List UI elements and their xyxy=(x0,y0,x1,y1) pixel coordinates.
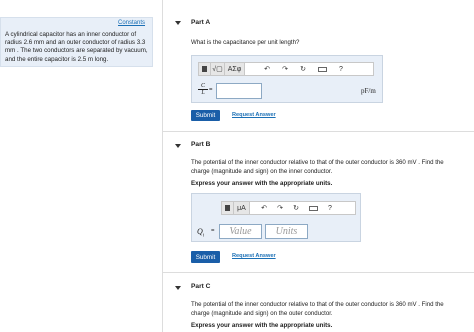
lhs-numerator: C xyxy=(198,83,208,90)
part-c-collapse-caret[interactable] xyxy=(175,286,181,290)
templates-button[interactable] xyxy=(222,202,234,214)
part-a-collapse-caret[interactable] xyxy=(175,21,181,25)
reset-icon[interactable]: ↻ xyxy=(297,65,309,73)
templates-icon xyxy=(225,205,230,211)
constants-link[interactable]: Constants xyxy=(118,20,145,26)
lhs-denominator: L xyxy=(201,90,205,96)
redo-icon[interactable]: ↷ xyxy=(279,65,291,73)
part-c-title[interactable]: Part C xyxy=(191,283,210,290)
part-a-math-toolbar: √▢ ΑΣφ ↶ ↷ ↻ ? xyxy=(198,62,374,76)
part-a-answer-box: √▢ ΑΣφ ↶ ↷ ↻ ? C L = pF/m xyxy=(191,55,383,103)
greek-button[interactable]: ΑΣφ xyxy=(225,63,245,75)
part-b-instruction: Express your answer with the appropriate… xyxy=(191,180,333,187)
sqrt-button[interactable]: √▢ xyxy=(211,63,225,75)
part-b-collapse-caret[interactable] xyxy=(175,144,181,148)
reset-icon[interactable]: ↻ xyxy=(290,204,302,212)
lhs-subscript: i xyxy=(202,233,205,239)
part-b-math-toolbar: μA ↶ ↷ ↻ ? xyxy=(221,201,356,215)
part-b-equals: = xyxy=(211,228,215,234)
part-a-lhs-fraction: C L xyxy=(198,83,208,96)
part-a-title[interactable]: Part A xyxy=(191,19,210,26)
help-icon[interactable]: ? xyxy=(335,66,347,73)
sqrt-label: √▢ xyxy=(212,66,223,73)
part-c-instruction: Express your answer with the appropriate… xyxy=(191,322,333,329)
part-a-submit-button[interactable]: Submit xyxy=(191,110,220,121)
part-b-title[interactable]: Part B xyxy=(191,141,210,148)
undo-icon[interactable]: ↶ xyxy=(261,65,273,73)
part-b-submit-button[interactable]: Submit xyxy=(191,251,220,263)
greek-label: ΑΣφ xyxy=(227,65,242,73)
part-b-units-input[interactable]: Units xyxy=(265,224,308,239)
keyboard-button[interactable] xyxy=(315,66,329,72)
part-b-lhs: Qi xyxy=(197,227,204,239)
keyboard-icon xyxy=(308,205,318,211)
part-a-equals: = xyxy=(209,87,213,93)
templates-icon xyxy=(202,66,207,72)
keyboard-button[interactable] xyxy=(306,205,320,211)
column-divider xyxy=(162,0,163,332)
keyboard-icon xyxy=(317,66,327,72)
undo-icon[interactable]: ↶ xyxy=(258,204,270,212)
redo-icon[interactable]: ↷ xyxy=(274,204,286,212)
part-a-question: What is the capacitance per unit length? xyxy=(191,39,300,46)
part-b-value-input[interactable]: Value xyxy=(219,224,262,239)
divider xyxy=(163,131,474,132)
part-b-answer-box: μA ↶ ↷ ↻ ? Qi = Value Units xyxy=(191,193,361,242)
problem-statement: A cylindrical capacitor has an inner con… xyxy=(5,31,148,63)
part-b-request-answer-link[interactable]: Request Answer xyxy=(232,253,276,259)
divider xyxy=(163,272,474,273)
part-a-request-answer-link[interactable]: Request Answer xyxy=(232,112,276,118)
part-c-question: The potential of the inner conductor rel… xyxy=(191,301,444,317)
part-a-value-input[interactable] xyxy=(216,83,262,99)
part-b-question: The potential of the inner conductor rel… xyxy=(191,159,444,175)
units-button[interactable]: μA xyxy=(234,202,250,214)
templates-button[interactable] xyxy=(199,63,211,75)
help-icon[interactable]: ? xyxy=(324,205,336,212)
part-a-unit: pF/m xyxy=(361,87,376,95)
units-label: μA xyxy=(237,204,246,212)
